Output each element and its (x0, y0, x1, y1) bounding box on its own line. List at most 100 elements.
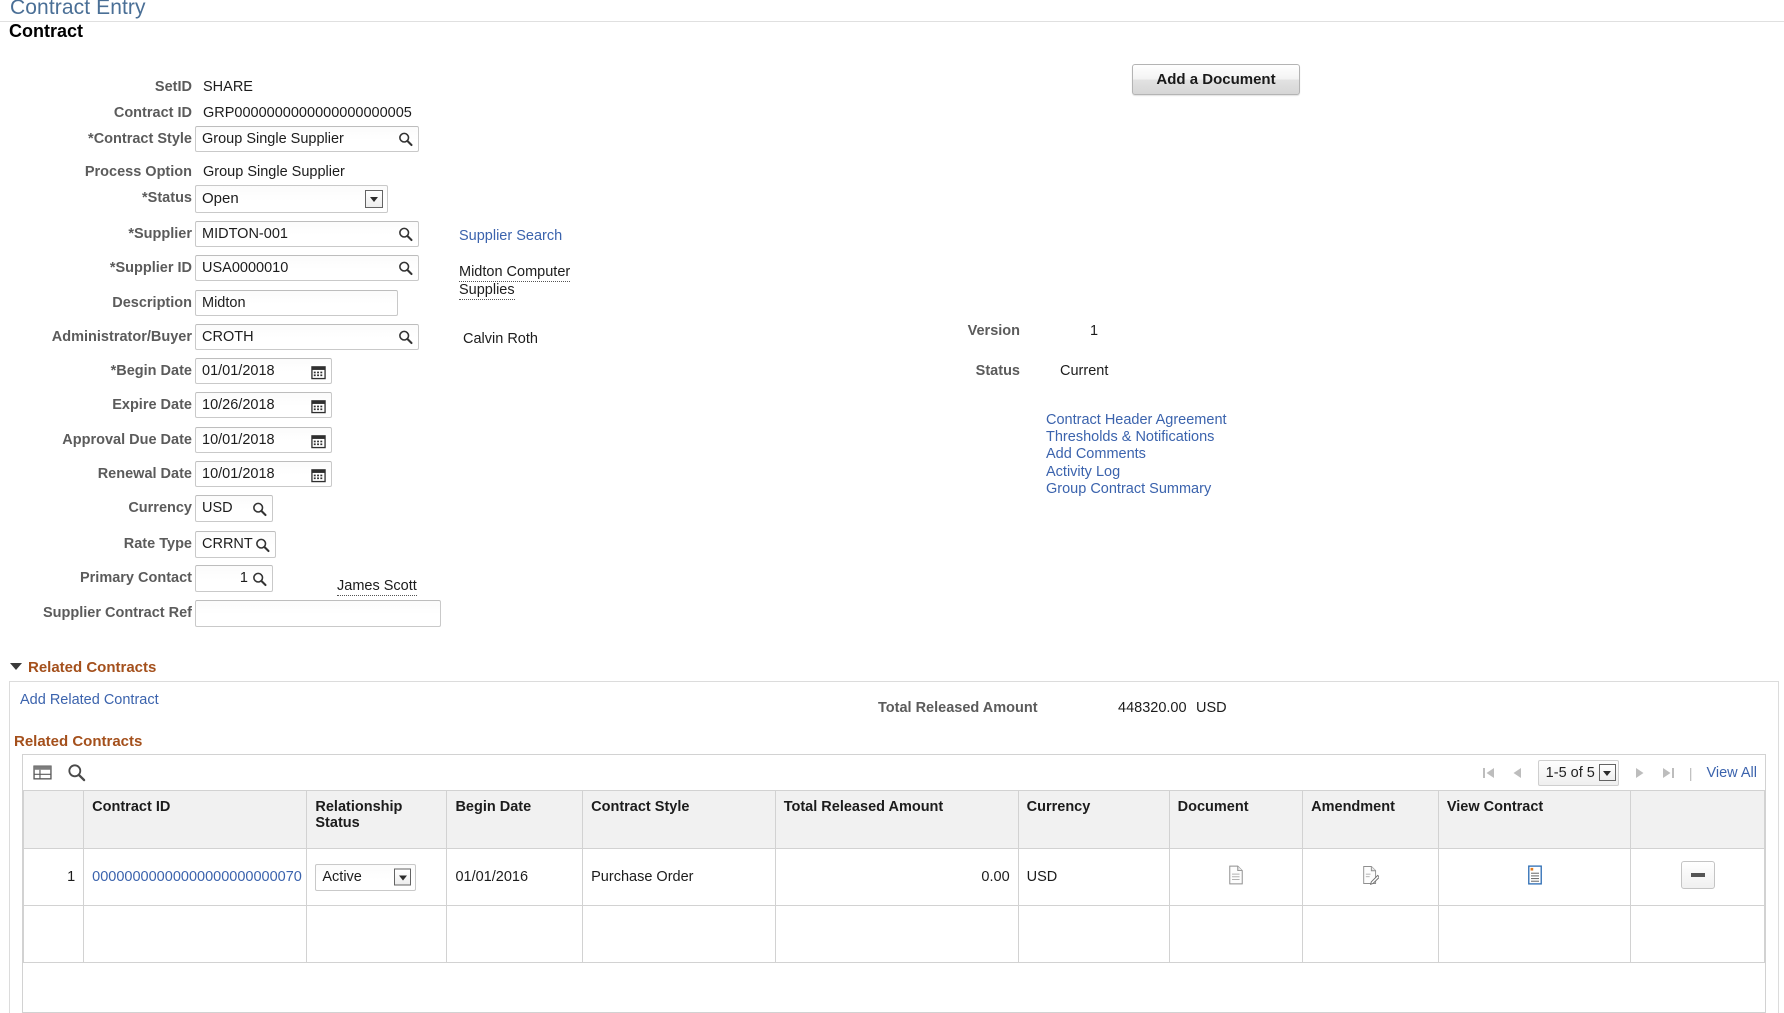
description-input[interactable]: Midton (195, 290, 398, 316)
supplier-name-value: Midton Computer Supplies (459, 264, 570, 300)
last-page-icon[interactable] (1661, 766, 1675, 780)
primary-contact-lookup-icon[interactable] (252, 571, 267, 586)
process-option-label: Process Option (0, 164, 192, 180)
row-actions-cell (1631, 849, 1765, 906)
rate-type-input[interactable]: CRRNT (195, 531, 276, 558)
calendar-icon[interactable] (311, 398, 326, 413)
row-amendment-cell (1303, 849, 1439, 906)
thresholds-notifications-link[interactable]: Thresholds & Notifications (1046, 429, 1227, 446)
related-contracts-section-title: Related Contracts (28, 659, 156, 676)
page-title: Contract (9, 21, 83, 42)
row-document-cell (1169, 849, 1303, 906)
calendar-icon[interactable] (311, 364, 326, 379)
supplier-value: MIDTON-001 (202, 226, 288, 242)
row-currency: USD (1018, 849, 1169, 906)
personalize-grid-icon[interactable] (33, 763, 52, 782)
table-row-partial (24, 906, 1765, 963)
contract-header-agreement-link[interactable]: Contract Header Agreement (1046, 412, 1227, 429)
first-page-icon[interactable] (1482, 766, 1496, 780)
relationship-status-select[interactable]: Active (315, 864, 416, 891)
contract-style-value: Group Single Supplier (202, 131, 344, 147)
rate-type-lookup-icon[interactable] (255, 537, 270, 552)
contract-style-lookup-icon[interactable] (398, 132, 413, 147)
administrator-buyer-lookup-icon[interactable] (398, 330, 413, 345)
col-total-released-amount[interactable]: Total Released Amount (775, 791, 1018, 849)
row-contract-id-link[interactable]: 00000000000000000000000070 (92, 869, 302, 885)
expire-date-value: 10/26/2018 (202, 397, 275, 413)
find-in-grid-icon[interactable] (67, 763, 86, 782)
primary-contact-input[interactable]: 1 (195, 565, 273, 592)
table-row: 1 00000000000000000000000070 Active 01/0… (24, 849, 1765, 906)
col-amendment[interactable]: Amendment (1303, 791, 1439, 849)
currency-lookup-icon[interactable] (252, 501, 267, 516)
delete-row-button[interactable] (1681, 861, 1715, 889)
breadcrumb-contract-entry[interactable]: Contract Entry (10, 0, 146, 20)
col-contract-id[interactable]: Contract ID (84, 791, 307, 849)
grid-toolbar: 1-5 of 5 | View All (23, 755, 1765, 791)
calendar-icon[interactable] (311, 467, 326, 482)
begin-date-input[interactable]: 01/01/2018 (195, 358, 332, 384)
version-value: 1 (1090, 323, 1098, 339)
row-document-cell (1169, 906, 1303, 963)
administrator-buyer-input[interactable]: CROTH (195, 324, 419, 350)
administrator-buyer-label: Administrator/Buyer (0, 329, 192, 345)
primary-contact-label: Primary Contact (0, 570, 192, 586)
next-page-icon[interactable] (1633, 766, 1647, 780)
related-contracts-section-header[interactable]: Related Contracts (10, 659, 156, 676)
version-status-value: Current (1060, 363, 1108, 379)
rate-type-value: CRRNT (202, 536, 253, 552)
renewal-date-input[interactable]: 10/01/2018 (195, 461, 332, 487)
supplier-contract-ref-input[interactable] (195, 600, 441, 627)
add-related-contract-link[interactable]: Add Related Contract (20, 692, 159, 708)
add-comments-link[interactable]: Add Comments (1046, 446, 1227, 463)
collapse-triangle-icon[interactable] (10, 663, 22, 670)
page-range-select[interactable]: 1-5 of 5 (1538, 760, 1619, 786)
add-a-document-button[interactable]: Add a Document (1132, 64, 1300, 95)
row-currency (1018, 906, 1169, 963)
col-document[interactable]: Document (1169, 791, 1303, 849)
col-contract-style[interactable]: Contract Style (583, 791, 776, 849)
status-select[interactable]: Open (195, 185, 388, 213)
calendar-icon[interactable] (311, 433, 326, 448)
amendment-icon[interactable] (1362, 873, 1379, 889)
supplier-name-text: Midton Computer Supplies (459, 263, 599, 299)
status-label: *Status (0, 190, 192, 206)
related-contracts-grid: 1-5 of 5 | View All (22, 754, 1766, 1013)
view-all-link[interactable]: View All (1706, 765, 1757, 781)
col-begin-date[interactable]: Begin Date (447, 791, 583, 849)
administrator-buyer-value: CROTH (202, 329, 254, 345)
buyer-name-value: Calvin Roth (463, 331, 538, 347)
related-contracts-table: Contract ID Relationship Status Begin Da… (23, 791, 1765, 963)
row-relationship-status-cell: Active (307, 849, 447, 906)
supplier-lookup-icon[interactable] (398, 227, 413, 242)
chevron-down-icon[interactable] (1599, 764, 1616, 781)
supplier-id-input[interactable]: USA0000010 (195, 255, 419, 281)
row-index (24, 906, 84, 963)
currency-input[interactable]: USD (195, 495, 273, 522)
activity-log-link[interactable]: Activity Log (1046, 464, 1227, 481)
previous-page-icon[interactable] (1510, 766, 1524, 780)
supplier-search-link[interactable]: Supplier Search (459, 228, 562, 244)
approval-due-date-value: 10/01/2018 (202, 432, 275, 448)
expire-date-input[interactable]: 10/26/2018 (195, 392, 332, 418)
row-amendment-cell (1303, 906, 1439, 963)
row-contract-id-cell (84, 906, 307, 963)
pager-separator: | (1689, 765, 1693, 781)
supplier-id-lookup-icon[interactable] (398, 261, 413, 276)
contract-style-input[interactable]: Group Single Supplier (195, 126, 419, 152)
contract-entry-page: Contract Entry Contract Add a Document S… (0, 0, 1784, 1013)
view-contract-icon[interactable] (1527, 873, 1543, 889)
row-view-contract-cell (1438, 906, 1631, 963)
approval-due-date-input[interactable]: 10/01/2018 (195, 427, 332, 453)
document-icon[interactable] (1228, 873, 1244, 889)
chevron-down-icon[interactable] (394, 869, 411, 886)
supplier-id-label: *Supplier ID (0, 260, 192, 276)
col-relationship-status[interactable]: Relationship Status (307, 791, 447, 849)
supplier-input[interactable]: MIDTON-001 (195, 221, 419, 247)
group-contract-summary-link[interactable]: Group Contract Summary (1046, 481, 1227, 498)
row-contract-style: Purchase Order (583, 849, 776, 906)
col-currency[interactable]: Currency (1018, 791, 1169, 849)
row-total-released-amount (775, 906, 1018, 963)
col-view-contract[interactable]: View Contract (1438, 791, 1631, 849)
chevron-down-icon[interactable] (365, 190, 383, 208)
